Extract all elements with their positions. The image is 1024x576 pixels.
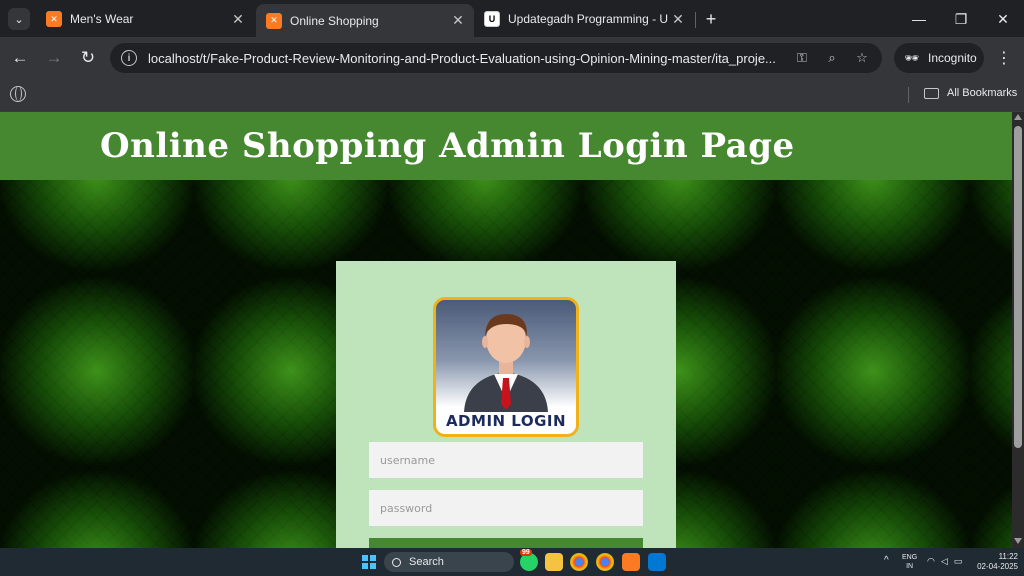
tab-updategadh[interactable]: U Updategadh Programming - Upda ✕	[474, 4, 694, 34]
lang-code: ENG	[902, 554, 918, 561]
system-tray[interactable]: ◠ ◁ ▭	[927, 556, 962, 567]
key-icon[interactable]: ⚿	[794, 50, 810, 66]
username-input[interactable]	[369, 442, 643, 478]
close-window-button[interactable]: ✕	[988, 8, 1018, 30]
page-header: Online Shopping Admin Login Page	[0, 112, 1012, 180]
globe-icon[interactable]	[10, 86, 26, 102]
tab-strip: ⌄ ✕ Men's Wear ✕ ✕ Online Shopping ✕ U U…	[0, 0, 1024, 37]
windows-start-icon[interactable]	[362, 555, 376, 569]
login-button[interactable]	[369, 538, 643, 548]
xampp-icon: ✕	[266, 12, 282, 29]
tab-title: Online Shopping	[290, 13, 379, 28]
incognito-label: Incognito	[928, 51, 977, 65]
incognito-icon: 🕶	[904, 51, 920, 65]
bookmarks-bar: All Bookmarks	[0, 79, 1024, 112]
notification-badge: 99	[520, 549, 532, 556]
tab-title: Men's Wear	[70, 12, 134, 26]
restore-button[interactable]: ❐	[946, 8, 976, 30]
back-button[interactable]: ←	[8, 46, 32, 70]
chrome-profile-icon[interactable]	[596, 553, 614, 571]
all-bookmarks-button[interactable]: All Bookmarks	[924, 87, 1017, 99]
close-icon[interactable]: ✕	[668, 11, 688, 28]
xampp-icon: ✕	[46, 11, 62, 27]
close-icon: ✕	[997, 10, 1009, 27]
clock-time: 11:22	[998, 552, 1018, 561]
folder-icon	[924, 87, 939, 99]
star-icon[interactable]: ☆	[854, 50, 870, 66]
lang-region: IN	[906, 563, 914, 570]
volume-icon: ◁	[940, 556, 948, 566]
browser-toolbar: ← → ↻ i localhost/t/Fake-Product-Review-…	[0, 37, 1024, 79]
login-card: ADMIN LOGIN	[336, 261, 676, 548]
tab-search-button[interactable]: ⌄	[8, 8, 30, 30]
forward-button[interactable]: →	[42, 46, 66, 70]
language-indicator[interactable]: ENG IN	[902, 553, 917, 571]
taskbar-search-label: Search	[409, 556, 444, 568]
site-info-icon[interactable]: i	[121, 50, 137, 66]
all-bookmarks-label: All Bookmarks	[947, 87, 1018, 99]
page-viewport: Online Shopping Admin Login Page ADMIN L…	[0, 112, 1012, 548]
page-scrollbar[interactable]	[1012, 112, 1024, 548]
tab-divider	[695, 12, 696, 28]
kebab-menu-icon: ⋮	[996, 50, 1012, 67]
tab-online-shopping[interactable]: ✕ Online Shopping ✕	[256, 4, 474, 37]
address-bar[interactable]: i localhost/t/Fake-Product-Review-Monito…	[110, 43, 882, 73]
chrome-icon[interactable]	[570, 553, 588, 571]
windows-taskbar: Search 99 ^ ENG IN ◠ ◁ ▭ 11:22 02-04-202…	[0, 548, 1024, 576]
plus-icon: +	[705, 8, 717, 29]
wifi-icon: ◠	[927, 556, 935, 566]
scroll-thumb[interactable]	[1014, 126, 1022, 448]
reload-icon: ↻	[80, 48, 96, 67]
arrow-right-icon: →	[45, 48, 63, 67]
incognito-badge[interactable]: 🕶 Incognito	[894, 43, 984, 73]
new-tab-button[interactable]: +	[700, 8, 722, 30]
clock-date: 02-04-2025	[977, 562, 1018, 571]
close-icon[interactable]: ✕	[228, 11, 248, 28]
tab-mens-wear[interactable]: ✕ Men's Wear ✕	[36, 4, 254, 34]
tab-title: Updategadh Programming - Upda	[508, 12, 668, 26]
admin-login-label: ADMIN LOGIN	[445, 412, 567, 430]
xampp-taskbar-icon[interactable]	[622, 553, 640, 571]
scroll-up-icon[interactable]	[1014, 114, 1022, 120]
browser-menu-button[interactable]: ⋮	[994, 46, 1014, 70]
vscode-icon[interactable]	[648, 553, 666, 571]
admin-login-image: ADMIN LOGIN	[433, 297, 579, 437]
tray-overflow-icon[interactable]: ^	[884, 555, 889, 566]
restore-icon: ❐	[954, 10, 968, 27]
taskbar-search[interactable]: Search	[384, 552, 514, 572]
reload-button[interactable]: ↻	[76, 46, 100, 70]
bookmarks-divider	[908, 87, 909, 103]
minimize-button[interactable]: —	[904, 8, 934, 30]
arrow-left-icon: ←	[11, 48, 29, 67]
chevron-down-icon: ⌄	[14, 13, 24, 26]
scroll-down-icon[interactable]	[1014, 538, 1022, 544]
page-title: Online Shopping Admin Login Page	[100, 126, 795, 166]
zoom-icon[interactable]: ⌕	[824, 50, 840, 66]
battery-icon: ▭	[953, 556, 963, 566]
taskbar-clock[interactable]: 11:22 02-04-2025	[974, 552, 1018, 572]
minimize-icon: —	[912, 11, 926, 27]
url-text[interactable]: localhost/t/Fake-Product-Review-Monitori…	[148, 51, 788, 66]
search-icon	[392, 557, 401, 567]
password-input[interactable]	[369, 490, 643, 526]
close-icon[interactable]: ✕	[448, 12, 468, 29]
file-explorer-icon[interactable]	[545, 553, 563, 571]
updategadh-icon: U	[484, 11, 500, 27]
